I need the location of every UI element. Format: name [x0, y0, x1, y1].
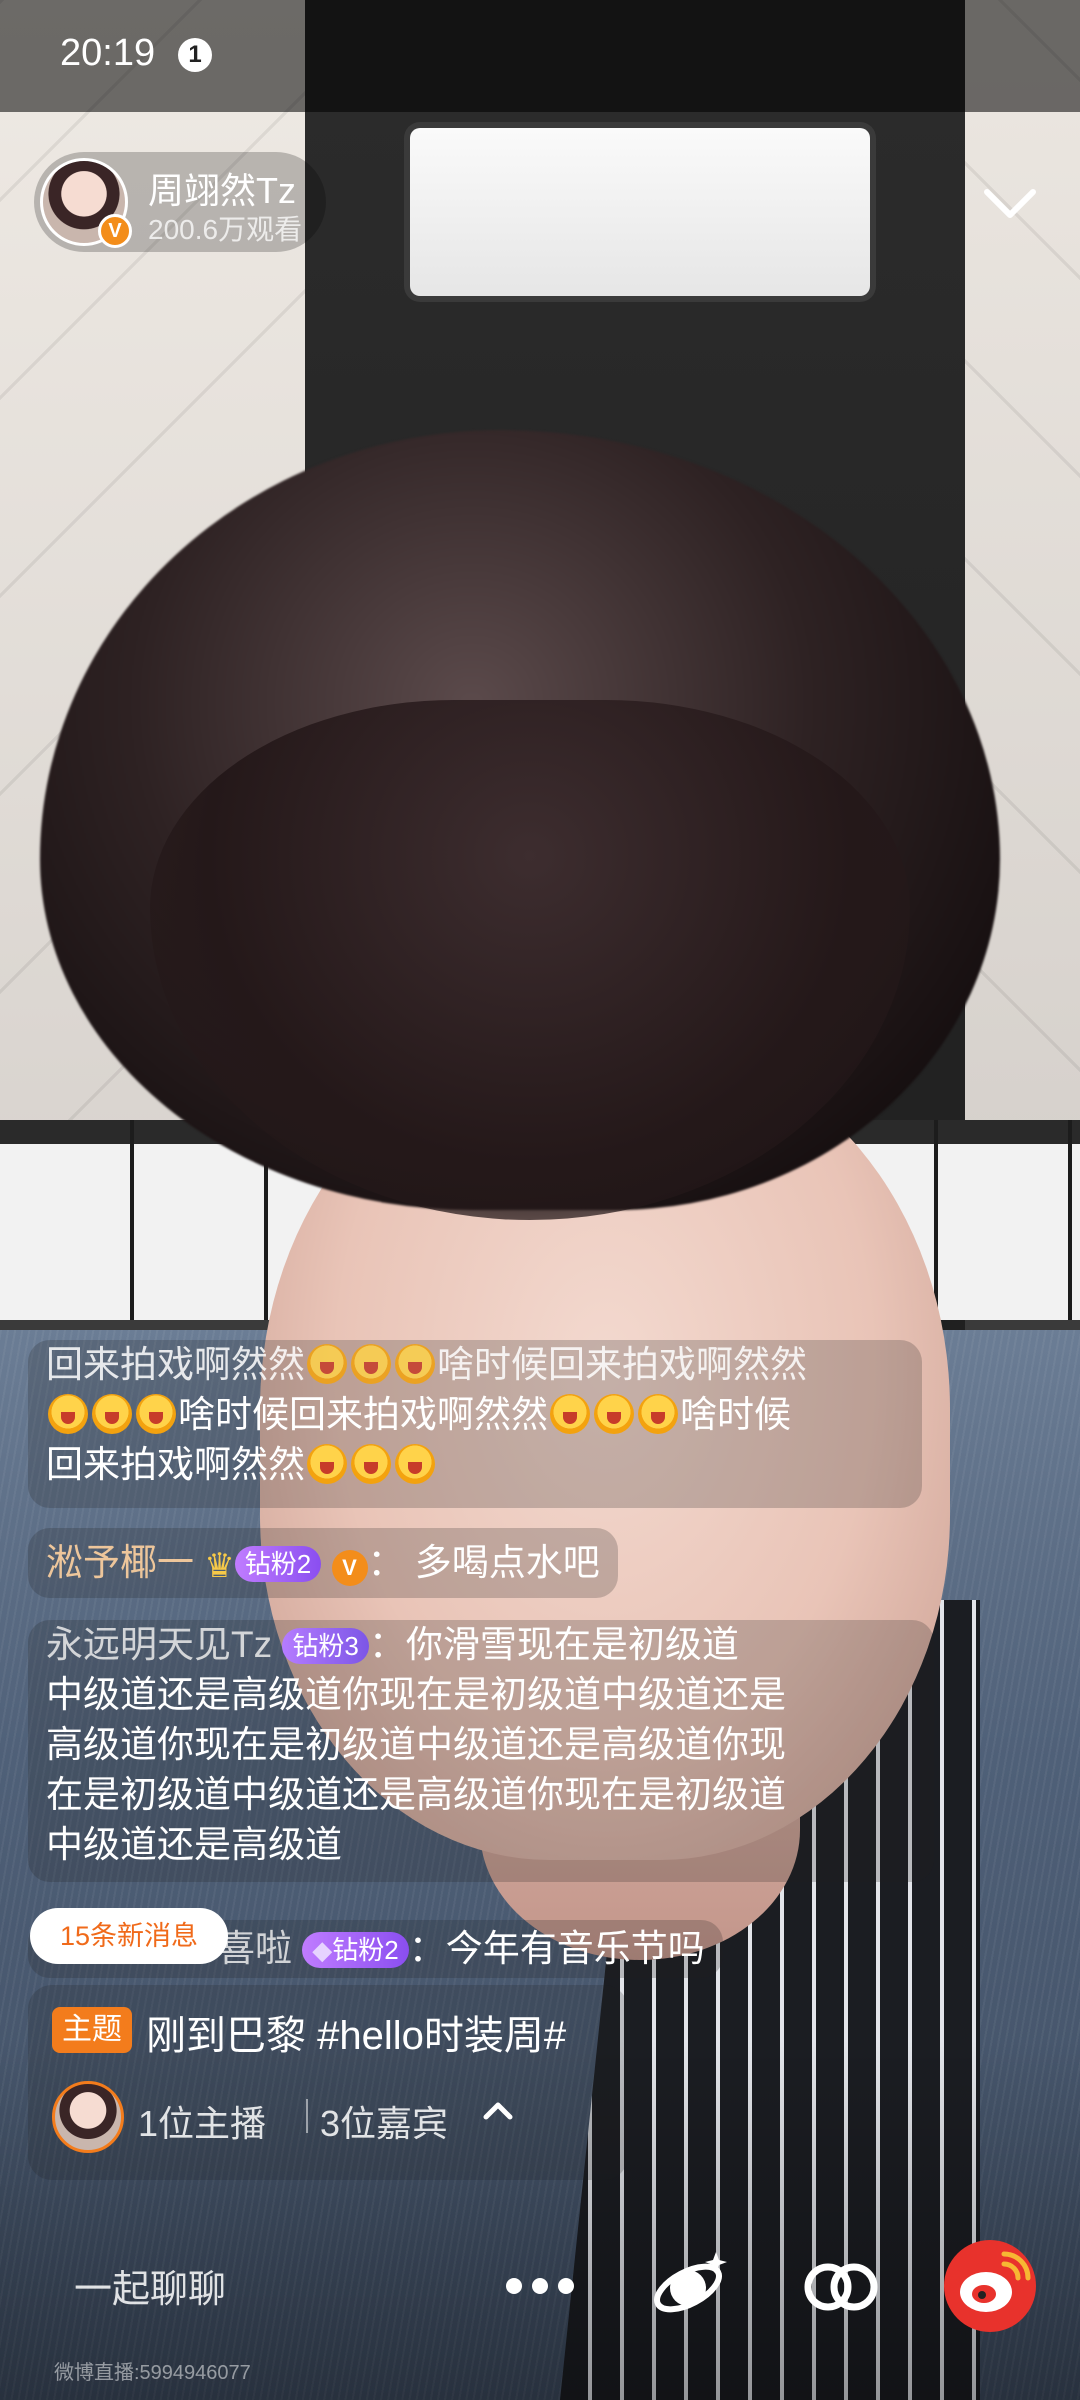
guest-avatar[interactable]	[52, 2081, 124, 2153]
emoji-icon	[307, 1444, 347, 1484]
topic-card[interactable]: 主题 刚到巴黎 #hello时装周# 1位主播 3位嘉宾	[28, 1985, 628, 2180]
topic-tag: 主题	[52, 2007, 132, 2053]
comment-text: 啥时候	[680, 1394, 791, 1435]
fan-badge-label: 钻粉2	[332, 1935, 399, 1965]
link-icon[interactable]	[800, 2246, 882, 2328]
emoji-icon	[351, 1344, 391, 1384]
emoji-icon	[638, 1394, 678, 1434]
comment-text: 今年有音乐节吗	[445, 1928, 705, 1969]
fan-badge: 钻粉3	[282, 1628, 369, 1664]
weibo-logo-icon[interactable]	[944, 2240, 1036, 2332]
ceiling-light	[410, 128, 870, 296]
diamond-icon: ◆	[312, 1935, 333, 1965]
comment-line: 回来拍戏啊然然 啥时候回来拍戏啊然然	[46, 1340, 904, 1390]
verified-badge: V	[98, 214, 132, 248]
comment-text: 回来拍戏啊然然	[46, 1444, 305, 1485]
host-card[interactable]: V 周翊然Tz 200.6万观看	[34, 152, 326, 252]
host-count[interactable]: 1位主播	[138, 2095, 266, 2147]
verified-badge: V	[331, 1550, 368, 1586]
comment-line: 回来拍戏啊然然	[46, 1440, 904, 1490]
emoji-icon	[48, 1394, 88, 1434]
crown-icon: ♛	[204, 1547, 235, 1585]
emoji-icon	[351, 1444, 391, 1484]
comment-username[interactable]: 喜啦	[218, 1928, 292, 1969]
emoji-icon	[136, 1394, 176, 1434]
comment-item[interactable]: 淞予椰一 ♛ 钻粉2 V： 多喝点水吧	[28, 1528, 618, 1598]
collapse-button[interactable]	[975, 170, 1045, 240]
emoji-icon	[395, 1344, 435, 1384]
viewer-count: 200.6万观看	[148, 214, 303, 245]
comment-username[interactable]: 永远明天见Tz	[46, 1624, 272, 1665]
more-dots-icon[interactable]	[500, 2260, 580, 2310]
comment-line: 永远明天见Tz 钻粉3 ：你滑雪现在是初级道	[46, 1624, 739, 1665]
chevron-down-icon	[984, 189, 1036, 218]
comment-item[interactable]: 回来拍戏啊然然 啥时候回来拍戏啊然然 啥时候回来拍戏啊然然 啥时候 回来拍戏啊然然	[28, 1340, 922, 1508]
fan-badge: ◆钻粉2	[302, 1932, 409, 1968]
comment-line: 啥时候回来拍戏啊然然 啥时候	[46, 1390, 904, 1440]
comment-line: 高级道你现在是初级道中级道还是高级道你现	[46, 1724, 786, 1765]
comment-text: 啥时候回来拍戏啊然然	[178, 1394, 548, 1435]
comment-text: 回来拍戏啊然然	[46, 1344, 305, 1385]
status-bar: 20:19 1	[0, 0, 1080, 112]
watermark: 微博直播:5994946077	[54, 2362, 251, 2384]
comment-text: 啥时候回来拍戏啊然然	[437, 1344, 807, 1385]
emoji-icon	[550, 1394, 590, 1434]
emoji-icon	[307, 1344, 347, 1384]
divider	[306, 2099, 308, 2133]
emoji-icon	[594, 1394, 634, 1434]
emoji-icon	[92, 1394, 132, 1434]
new-messages-button[interactable]: 15条新消息	[30, 1908, 228, 1964]
comment-text: 多喝点水吧	[414, 1542, 600, 1583]
comment-item[interactable]: 永远明天见Tz 钻粉3 ：你滑雪现在是初级道 中级道还是高级道你现在是初级道中级道…	[28, 1620, 934, 1882]
clock: 20:19	[60, 32, 156, 74]
feed-planet-icon[interactable]	[650, 2244, 732, 2326]
chat-input[interactable]: 一起聊聊	[74, 2258, 226, 2313]
comment-line: 在是初级道中级道还是高级道你现在是初级道	[46, 1774, 786, 1815]
comment-text: 你滑雪现在是初级道	[405, 1624, 739, 1665]
chevron-up-icon[interactable]	[476, 2089, 520, 2133]
comment-line: 中级道还是高级道你现在是初级道中级道还是	[46, 1674, 786, 1715]
comment-username[interactable]: 淞予椰一	[46, 1542, 194, 1583]
guest-count[interactable]: 3位嘉宾	[320, 2095, 448, 2147]
host-name[interactable]: 周翊然Tz	[148, 162, 296, 214]
notification-badge: 1	[178, 38, 212, 72]
comment-line: 中级道还是高级道	[46, 1824, 342, 1865]
emoji-icon	[395, 1444, 435, 1484]
topic-text[interactable]: 刚到巴黎 #hello时装周#	[146, 2003, 566, 2061]
fan-badge: 钻粉2	[234, 1546, 322, 1582]
